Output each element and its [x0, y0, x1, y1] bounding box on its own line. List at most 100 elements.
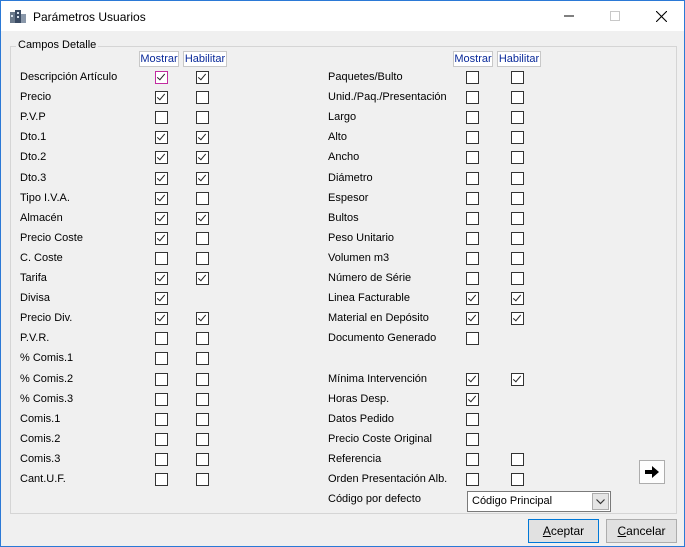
- left-enable-checkbox-p-v-r[interactable]: [196, 332, 209, 345]
- dropdown-button[interactable]: [592, 493, 609, 510]
- right-show-checkbox-documento-generado[interactable]: [466, 332, 479, 345]
- right-enable-checkbox-material-en-deposito[interactable]: [511, 312, 524, 325]
- left-show-checkbox-p-v-r[interactable]: [155, 332, 168, 345]
- left-label-comis-3: % Comis.3: [20, 393, 74, 405]
- left-show-checkbox-tipo-i-v-a[interactable]: [155, 192, 168, 205]
- left-show-checkbox-cant-u-f[interactable]: [155, 473, 168, 486]
- right-show-checkbox-bultos[interactable]: [466, 212, 479, 225]
- left-enable-checkbox-tarifa[interactable]: [196, 272, 209, 285]
- left-enable-checkbox-precio[interactable]: [196, 91, 209, 104]
- right-enable-checkbox-orden-presentacion-alb[interactable]: [511, 473, 524, 486]
- cancel-button[interactable]: Cancelar: [606, 519, 677, 543]
- app-icon: [10, 10, 26, 23]
- right-show-checkbox-espesor[interactable]: [466, 192, 479, 205]
- left-show-checkbox-descripcion-articulo[interactable]: [155, 71, 168, 84]
- left-enable-checkbox-comis-3[interactable]: [196, 453, 209, 466]
- left-show-checkbox-almacen[interactable]: [155, 212, 168, 225]
- title-bar[interactable]: Parámetros Usuarios: [1, 1, 684, 31]
- left-enable-checkbox-descripcion-articulo[interactable]: [196, 71, 209, 84]
- left-enable-checkbox-comis-1[interactable]: [196, 413, 209, 426]
- left-enable-checkbox-precio-div[interactable]: [196, 312, 209, 325]
- left-show-checkbox-comis-3[interactable]: [155, 453, 168, 466]
- left-label-p-v-p: P.V.P: [20, 111, 46, 123]
- left-show-checkbox-dto-2[interactable]: [155, 151, 168, 164]
- right-show-checkbox-unid-paq-presentacion[interactable]: [466, 91, 479, 104]
- left-show-checkbox-comis-3[interactable]: [155, 393, 168, 406]
- next-button[interactable]: [639, 460, 665, 484]
- left-enable-checkbox-comis-3[interactable]: [196, 393, 209, 406]
- left-enable-checkbox-comis-2[interactable]: [196, 433, 209, 446]
- minimize-button[interactable]: [546, 1, 592, 31]
- right-enable-checkbox-ancho[interactable]: [511, 151, 524, 164]
- left-show-checkbox-divisa[interactable]: [155, 292, 168, 305]
- left-enable-checkbox-almacen[interactable]: [196, 212, 209, 225]
- right-enable-checkbox-bultos[interactable]: [511, 212, 524, 225]
- right-enable-checkbox-diametro[interactable]: [511, 172, 524, 185]
- left-show-checkbox-comis-1[interactable]: [155, 352, 168, 365]
- left-show-checkbox-precio-coste[interactable]: [155, 232, 168, 245]
- left-enable-checkbox-dto-2[interactable]: [196, 151, 209, 164]
- left-show-checkbox-p-v-p[interactable]: [155, 111, 168, 124]
- maximize-button[interactable]: [592, 1, 638, 31]
- left-show-checkbox-comis-2[interactable]: [155, 433, 168, 446]
- left-enable-checkbox-dto-3[interactable]: [196, 172, 209, 185]
- right-show-checkbox-material-en-deposito[interactable]: [466, 312, 479, 325]
- right-show-checkbox-peso-unitario[interactable]: [466, 232, 479, 245]
- left-label-almacen: Almacén: [20, 212, 63, 224]
- right-enable-checkbox-numero-de-serie[interactable]: [511, 272, 524, 285]
- right-enable-checkbox-largo[interactable]: [511, 111, 524, 124]
- left-show-checkbox-c-coste[interactable]: [155, 252, 168, 265]
- left-show-checkbox-comis-2[interactable]: [155, 373, 168, 386]
- right-show-checkbox-minima-intervencion[interactable]: [466, 373, 479, 386]
- right-enable-checkbox-volumen-m3[interactable]: [511, 252, 524, 265]
- left-enable-checkbox-c-coste[interactable]: [196, 252, 209, 265]
- left-show-checkbox-comis-1[interactable]: [155, 413, 168, 426]
- left-label-p-v-r: P.V.R.: [20, 332, 50, 344]
- left-show-checkbox-dto-1[interactable]: [155, 131, 168, 144]
- right-enable-checkbox-unid-paq-presentacion[interactable]: [511, 91, 524, 104]
- left-enable-checkbox-comis-2[interactable]: [196, 373, 209, 386]
- right-show-checkbox-volumen-m3[interactable]: [466, 252, 479, 265]
- left-show-checkbox-precio-div[interactable]: [155, 312, 168, 325]
- left-label-descripcion-articulo: Descripción Artículo: [20, 71, 118, 83]
- left-enable-checkbox-precio-coste[interactable]: [196, 232, 209, 245]
- left-enable-header: Habilitar: [183, 51, 227, 67]
- right-show-checkbox-precio-coste-original[interactable]: [466, 433, 479, 446]
- left-enable-checkbox-p-v-p[interactable]: [196, 111, 209, 124]
- left-enable-checkbox-dto-1[interactable]: [196, 131, 209, 144]
- right-show-checkbox-paquetes-bulto[interactable]: [466, 71, 479, 84]
- left-show-checkbox-precio[interactable]: [155, 91, 168, 104]
- left-label-c-coste: C. Coste: [20, 252, 63, 264]
- left-label-dto-3: Dto.3: [20, 172, 47, 184]
- right-show-checkbox-diametro[interactable]: [466, 172, 479, 185]
- right-label-referencia: Referencia: [328, 453, 382, 465]
- right-show-checkbox-numero-de-serie[interactable]: [466, 272, 479, 285]
- left-enable-checkbox-comis-1[interactable]: [196, 352, 209, 365]
- right-show-checkbox-orden-presentacion-alb[interactable]: [466, 473, 479, 486]
- right-show-checkbox-referencia[interactable]: [466, 453, 479, 466]
- left-enable-checkbox-cant-u-f[interactable]: [196, 473, 209, 486]
- close-button[interactable]: [638, 1, 684, 31]
- left-show-checkbox-tarifa[interactable]: [155, 272, 168, 285]
- right-show-checkbox-horas-desp[interactable]: [466, 393, 479, 406]
- default-code-select[interactable]: Código Principal: [467, 491, 611, 512]
- right-enable-checkbox-alto[interactable]: [511, 131, 524, 144]
- right-show-checkbox-linea-facturable[interactable]: [466, 292, 479, 305]
- left-show-checkbox-dto-3[interactable]: [155, 172, 168, 185]
- right-enable-checkbox-minima-intervencion[interactable]: [511, 373, 524, 386]
- left-label-cant-u-f: Cant.U.F.: [20, 473, 66, 485]
- right-show-checkbox-ancho[interactable]: [466, 151, 479, 164]
- right-enable-checkbox-paquetes-bulto[interactable]: [511, 71, 524, 84]
- right-label-minima-intervencion: Mínima Intervención: [328, 373, 428, 385]
- left-label-comis-2: Comis.2: [20, 433, 61, 445]
- window-title: Parámetros Usuarios: [33, 10, 146, 24]
- right-show-checkbox-largo[interactable]: [466, 111, 479, 124]
- right-show-checkbox-alto[interactable]: [466, 131, 479, 144]
- left-enable-checkbox-tipo-i-v-a[interactable]: [196, 192, 209, 205]
- right-enable-checkbox-espesor[interactable]: [511, 192, 524, 205]
- right-enable-checkbox-linea-facturable[interactable]: [511, 292, 524, 305]
- right-enable-checkbox-peso-unitario[interactable]: [511, 232, 524, 245]
- accept-button[interactable]: Aceptar: [528, 519, 599, 543]
- right-enable-checkbox-referencia[interactable]: [511, 453, 524, 466]
- right-show-checkbox-datos-pedido[interactable]: [466, 413, 479, 426]
